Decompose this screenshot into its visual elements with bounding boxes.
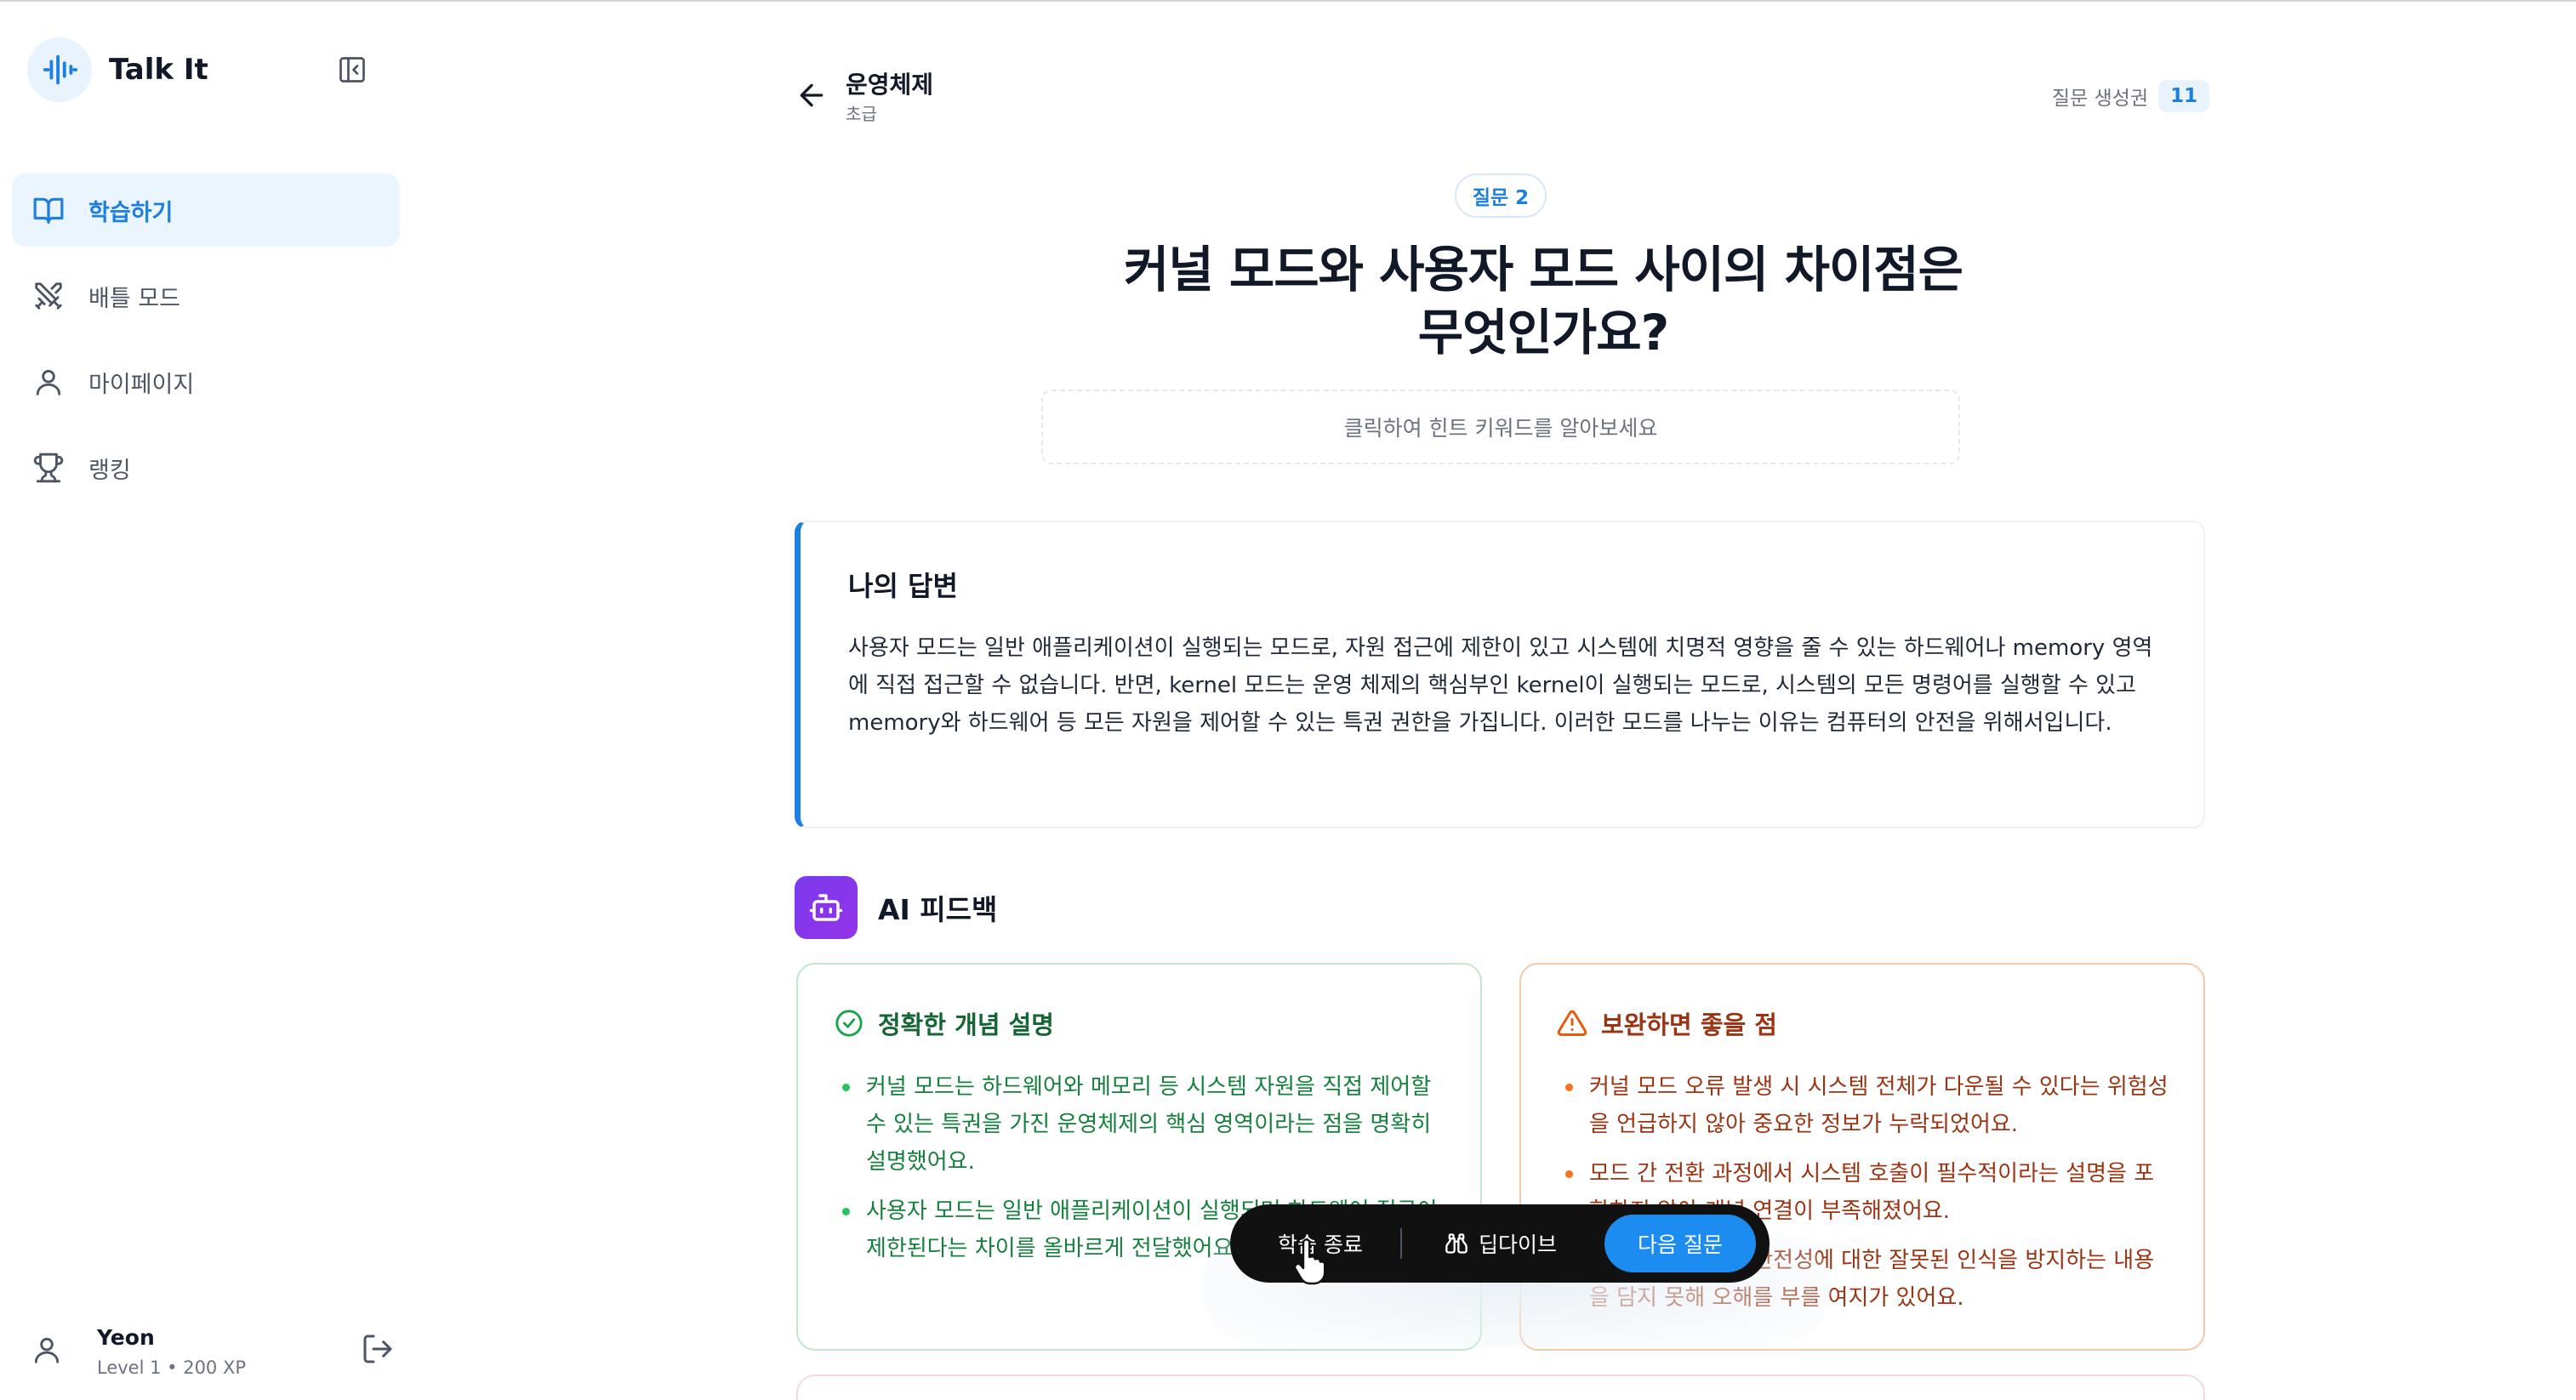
action-divider — [1400, 1228, 1402, 1259]
feedback-strengths-title: 정확한 개념 설명 — [878, 1010, 1054, 1039]
book-open-icon — [31, 192, 66, 228]
feedback-improvements-header: 보완하면 좋을 점 — [1557, 1005, 1777, 1041]
ai-feedback-title: AI 피드백 — [878, 893, 998, 926]
sidebar-item-label: 학습하기 — [88, 199, 174, 226]
warning-triangle-icon — [1557, 1008, 1587, 1039]
feedback-improvements-title: 보완하면 좋을 점 — [1601, 1010, 1777, 1039]
question-title-line: 무엇인가요? — [1417, 304, 1669, 361]
sidebar-collapse-icon[interactable] — [337, 54, 368, 85]
answer-title: 나의 답변 — [848, 570, 958, 602]
user-name: Yeon — [97, 1325, 155, 1350]
my-answer-card: 나의 답변 사용자 모드는 일반 애플리케이션이 실행되는 모드로, 자원 접근… — [795, 521, 2205, 828]
sidebar-nav: 학습하기 배틀 모드 마이페이지 랭킹 — [12, 174, 400, 517]
logo[interactable]: Talk It — [27, 37, 208, 102]
trophy-icon — [31, 450, 66, 486]
robot-icon — [795, 876, 858, 939]
list-item: 커널 모드 오류 발생 시 시스템 전체가 다운될 수 있다는 위험성을 언급하… — [1564, 1068, 2169, 1143]
question-title: 커널 모드와 사용자 모드 사이의 차이점은 무엇인가요? — [936, 238, 2151, 364]
hand-cursor-icon — [1291, 1238, 1326, 1286]
next-question-button[interactable]: 다음 질문 — [1604, 1215, 1756, 1272]
ticket-count-badge: 11 — [2158, 80, 2210, 112]
question-ticket: 질문 생성권 11 — [2052, 80, 2210, 112]
deep-dive-button[interactable]: 딥다이브 — [1445, 1204, 1557, 1283]
user-profile[interactable]: Yeon Level 1 • 200 XP — [31, 1322, 396, 1381]
user-level: Level 1 • 200 XP — [97, 1357, 247, 1378]
ai-feedback-header: AI 피드백 — [795, 876, 997, 939]
deep-dive-label: 딥다이브 — [1479, 1232, 1558, 1257]
sidebar-item-mypage[interactable]: 마이페이지 — [12, 345, 400, 418]
question-number-badge: 질문 2 — [1455, 174, 1547, 218]
list-item: 커널 모드는 하드웨어와 메모리 등 시스템 자원을 직접 제어할 수 있는 특… — [841, 1068, 1446, 1181]
app-name: Talk It — [109, 53, 208, 87]
sidebar-item-battle[interactable]: 배틀 모드 — [12, 259, 400, 333]
sidebar-item-learn[interactable]: 학습하기 — [12, 174, 400, 247]
next-section-card — [796, 1374, 2205, 1400]
subject-title: 운영체제 — [846, 71, 934, 99]
feedback-strengths-header: 정확한 개념 설명 — [834, 1005, 1054, 1041]
sidebar-item-label: 랭킹 — [88, 457, 131, 484]
sidebar-item-label: 마이페이지 — [88, 371, 195, 398]
user-icon — [31, 364, 66, 400]
sidebar-item-label: 배틀 모드 — [88, 285, 180, 312]
swords-icon — [31, 278, 66, 314]
back-arrow-icon[interactable] — [795, 78, 829, 112]
check-circle-icon — [834, 1008, 864, 1039]
logout-icon[interactable] — [361, 1332, 396, 1368]
question-title-line: 커널 모드와 사용자 모드 사이의 차이점은 — [1123, 241, 1963, 299]
sidebar: Talk It 학습하기 배틀 모드 마이페이지 랭킹 Yeon Level 1… — [0, 2, 408, 1400]
sidebar-item-ranking[interactable]: 랭킹 — [12, 431, 400, 504]
user-avatar-icon — [31, 1334, 63, 1366]
waveform-logo-icon — [27, 37, 92, 102]
ticket-label: 질문 생성권 — [2052, 88, 2149, 110]
answer-text: 사용자 모드는 일반 애플리케이션이 실행되는 모드로, 자원 접근에 제한이 … — [848, 635, 2153, 736]
hint-reveal-button[interactable]: 클릭하여 힌트 키워드를 알아보세요 — [1041, 390, 1960, 464]
subject-level: 초급 — [846, 104, 877, 124]
binoculars-icon — [1445, 1232, 1468, 1255]
